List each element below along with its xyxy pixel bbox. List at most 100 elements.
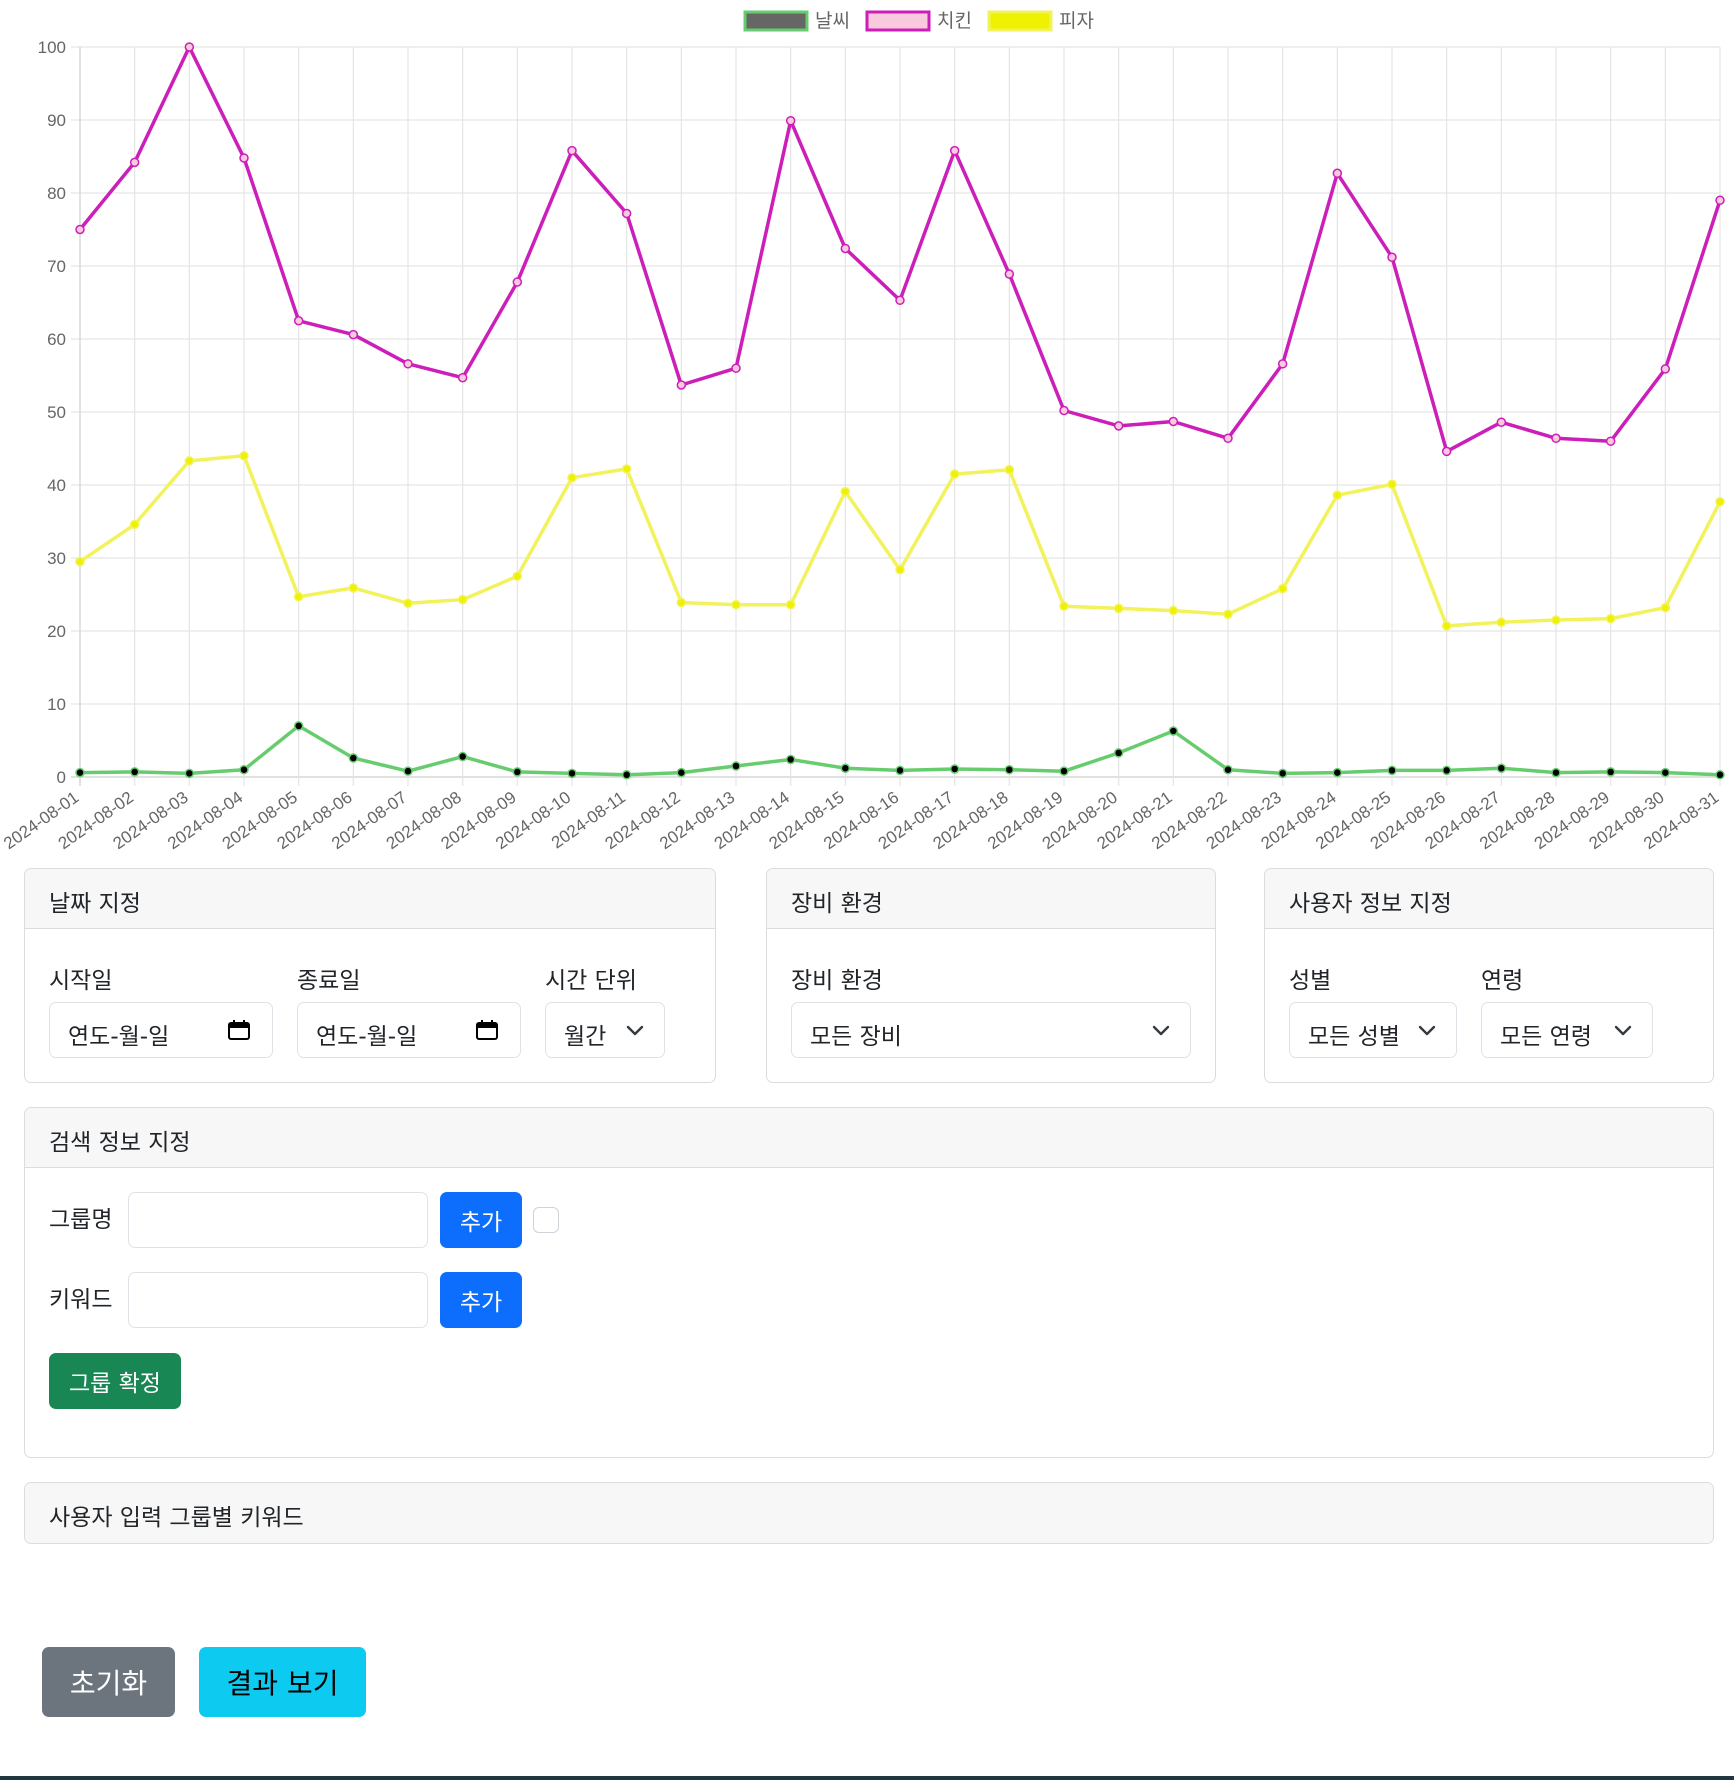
data-point	[1168, 726, 1179, 736]
y-tick-label: 30	[47, 549, 66, 568]
data-point	[895, 765, 905, 776]
chart-legend: 날씨 치킨 피자	[743, 10, 1094, 32]
data-point	[293, 591, 304, 602]
data-point	[129, 157, 140, 168]
data-point	[676, 380, 687, 390]
data-point	[1277, 768, 1288, 779]
data-point	[840, 763, 851, 773]
data-point	[1113, 421, 1124, 431]
data-point	[1551, 767, 1561, 778]
device-select[interactable]: 모든 장비	[791, 1002, 1191, 1058]
chart-grid	[71, 46, 1721, 786]
y-tick-label: 40	[47, 476, 66, 495]
data-point	[1332, 767, 1343, 778]
y-tick-label: 0	[57, 768, 66, 787]
search-panel-title: 검색 정보 지정	[25, 1108, 1713, 1168]
data-point	[129, 519, 140, 530]
keywords-panel: 사용자 입력 그룹별 키워드	[24, 1482, 1714, 1544]
calendar-icon[interactable]	[476, 1020, 498, 1040]
device-panel-title: 장비 환경	[767, 869, 1215, 929]
data-point	[1277, 359, 1288, 369]
data-point	[1496, 763, 1507, 773]
data-point	[348, 753, 359, 763]
data-point	[457, 751, 468, 762]
age-label: 연령	[1481, 968, 1524, 994]
data-point	[1277, 583, 1288, 594]
data-point	[1551, 433, 1561, 444]
data-point	[1059, 766, 1069, 776]
group-name-label: 그룹명	[49, 1207, 113, 1233]
data-point	[293, 316, 304, 326]
data-point	[840, 243, 851, 254]
data-point	[1004, 764, 1015, 775]
data-point	[129, 767, 140, 777]
data-point	[457, 372, 468, 383]
group-checkbox[interactable]	[533, 1207, 559, 1233]
data-point	[1059, 405, 1069, 416]
age-value: 모든 연령	[1500, 1024, 1592, 1050]
data-point	[1441, 621, 1452, 631]
chevron-down-icon	[626, 1025, 644, 1036]
add-keyword-button[interactable]: 추가	[440, 1272, 522, 1328]
time-unit-label: 시간 단위	[545, 968, 637, 994]
gender-select[interactable]: 모든 성별	[1289, 1002, 1457, 1058]
data-point	[1660, 364, 1671, 374]
calendar-icon[interactable]	[228, 1020, 250, 1040]
data-point	[1168, 605, 1179, 616]
start-date-input[interactable]: 연도-월-일	[49, 1002, 273, 1058]
view-results-button[interactable]: 결과 보기	[199, 1647, 366, 1717]
data-point	[949, 145, 960, 156]
data-point	[785, 115, 796, 126]
data-point	[75, 224, 85, 235]
confirm-group-button[interactable]: 그룹 확정	[49, 1353, 181, 1409]
reset-button[interactable]: 초기화	[42, 1647, 175, 1717]
age-select[interactable]: 모든 연령	[1481, 1002, 1653, 1058]
legend-label: 날씨	[815, 10, 850, 32]
chevron-down-icon	[1152, 1025, 1170, 1036]
data-point	[1387, 252, 1397, 262]
y-tick-label: 20	[47, 622, 66, 641]
data-point	[1387, 479, 1397, 490]
data-point	[1004, 269, 1015, 279]
data-point	[1496, 417, 1507, 427]
y-tick-label: 90	[47, 111, 66, 130]
data-point	[1496, 617, 1507, 627]
data-point	[1605, 613, 1616, 624]
gender-value: 모든 성별	[1308, 1024, 1400, 1050]
gender-label: 성별	[1289, 968, 1332, 994]
data-point	[731, 761, 741, 771]
data-point	[184, 42, 195, 52]
data-point	[731, 599, 741, 610]
data-point	[1223, 764, 1233, 775]
group-name-input[interactable]	[128, 1192, 428, 1248]
legend-label: 피자	[1059, 10, 1094, 32]
data-point	[949, 469, 960, 479]
data-point	[512, 571, 523, 581]
data-point	[676, 597, 687, 608]
device-panel: 장비 환경 장비 환경 모든 장비	[766, 868, 1216, 1083]
data-point	[184, 768, 195, 779]
y-tick-label: 80	[47, 184, 66, 203]
time-unit-select[interactable]: 월간	[545, 1002, 665, 1058]
data-point	[567, 472, 577, 483]
data-point	[348, 329, 359, 340]
data-point	[75, 767, 85, 778]
keyword-input[interactable]	[128, 1272, 428, 1328]
date-panel-title: 날짜 지정	[25, 869, 715, 929]
end-date-input[interactable]: 연도-월-일	[297, 1002, 521, 1058]
y-tick-label: 50	[47, 403, 66, 422]
add-group-button[interactable]: 추가	[440, 1192, 522, 1248]
data-point	[949, 764, 960, 774]
data-point	[1387, 765, 1397, 776]
data-point	[731, 363, 741, 373]
search-panel: 검색 정보 지정 그룹명 추가 키워드 추가 그룹 확정	[24, 1107, 1714, 1458]
data-point	[785, 599, 796, 610]
user-panel: 사용자 정보 지정 성별 모든 성별 연령 모든 연령	[1264, 868, 1714, 1083]
date-panel: 날짜 지정 시작일 연도-월-일 종료일 연도-월-일 시간 단위 월간	[24, 868, 716, 1083]
y-tick-label: 10	[47, 695, 66, 714]
data-point	[1441, 765, 1452, 776]
data-point	[293, 721, 304, 731]
data-point	[184, 456, 195, 466]
data-point	[75, 556, 85, 567]
keywords-panel-title: 사용자 입력 그룹별 키워드	[25, 1483, 1713, 1543]
